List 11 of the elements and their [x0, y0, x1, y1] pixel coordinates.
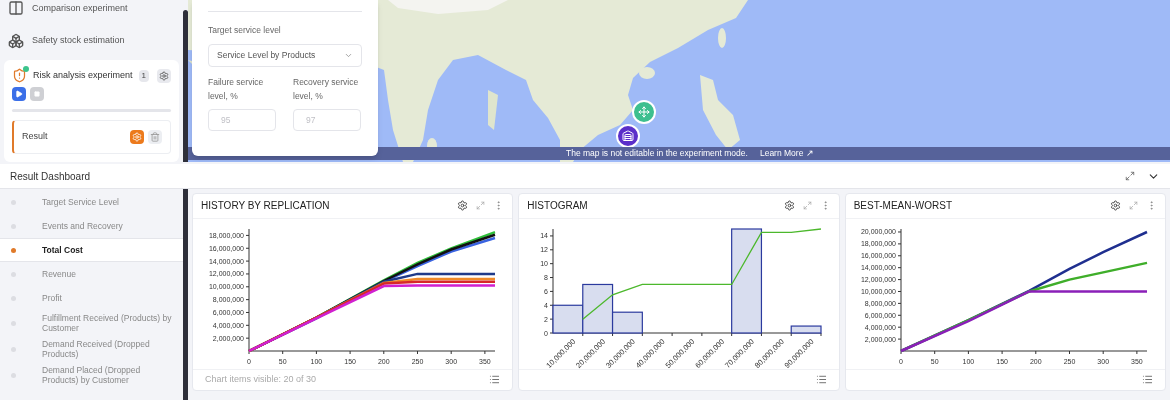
card-title: HISTORY BY REPLICATION: [201, 199, 330, 214]
field-label: Target service level: [208, 24, 282, 37]
field-label: Failure service level, %: [208, 75, 265, 103]
field-label: Recovery service level, %: [293, 75, 360, 103]
dashboard-title: Result Dashboard: [10, 169, 91, 184]
banner-text: The map is not editable in the experiment mode.: [566, 147, 748, 160]
chart-items-count: Chart items visible: 20 of 30: [205, 373, 317, 387]
card-title: HISTOGRAM: [527, 199, 588, 214]
experiment-title: Risk analysis experiment: [33, 68, 133, 82]
card-title: BEST-MEAN-WORST: [853, 199, 952, 214]
count-badge: 1: [138, 69, 149, 82]
